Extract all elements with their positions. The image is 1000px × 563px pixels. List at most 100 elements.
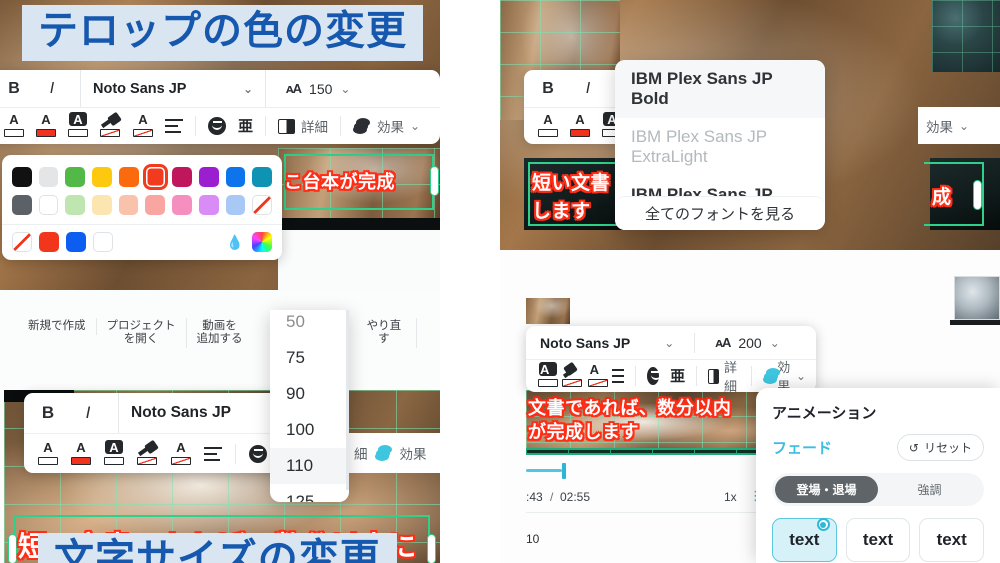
color-swatch[interactable] — [92, 195, 112, 215]
size-option[interactable]: 75 — [270, 340, 349, 376]
color-swatch[interactable] — [92, 167, 112, 187]
color-swatch[interactable] — [225, 167, 246, 187]
text-background-icon[interactable]: A — [104, 439, 124, 465]
emoji-icon[interactable] — [208, 117, 226, 135]
color-swatch[interactable] — [145, 195, 166, 215]
chevron-down-icon[interactable]: ⌄ — [664, 336, 674, 350]
effect-button[interactable]: 効果 ⌄ — [762, 360, 806, 394]
segment-entrance-exit[interactable]: 登場・退場 — [775, 476, 878, 503]
color-swatch[interactable] — [225, 195, 246, 215]
font-list-item[interactable]: IBM Plex Sans JP ExtraLight — [615, 118, 825, 176]
menu-item-new[interactable]: 新規で作成 — [18, 318, 97, 336]
see-all-fonts-button[interactable]: 全てのフォントを見る — [615, 196, 825, 230]
color-swatch-none[interactable] — [12, 232, 32, 252]
font-list-item[interactable]: IBM Plex Sans JP Bold — [615, 60, 825, 118]
align-icon[interactable] — [204, 446, 222, 461]
size-option[interactable]: 50 — [270, 310, 349, 340]
size-option[interactable]: 100 — [270, 412, 349, 448]
detail-button[interactable]: 詳細 — [707, 360, 740, 394]
font-size-select[interactable]: ᴀA 150 ⌄ — [276, 70, 360, 107]
text-color-icon[interactable]: A — [38, 441, 58, 465]
eyedropper-icon[interactable]: 💧 — [225, 232, 245, 252]
cjk-icon[interactable]: 亜 — [670, 369, 685, 384]
animation-card-roll[interactable]: text 転がる — [845, 518, 911, 563]
font-family-select[interactable]: Noto Sans JP ⌄ — [118, 393, 293, 433]
font-family-value[interactable]: Noto Sans JP — [540, 335, 630, 351]
color-swatch[interactable] — [65, 167, 86, 187]
effect-button[interactable]: 効果 ⌄ — [926, 114, 969, 138]
media-thumbnail[interactable] — [954, 276, 1000, 320]
animation-card-fade[interactable]: text フェード — [772, 518, 837, 563]
text-color-icon[interactable]: A — [4, 113, 24, 137]
color-swatch-selected[interactable] — [145, 167, 166, 187]
italic-button[interactable]: I — [78, 401, 98, 425]
menu-item-open-project[interactable]: プロジェクト を開く — [97, 318, 187, 349]
text-shadow-icon[interactable]: A — [133, 113, 153, 137]
bold-button[interactable]: B — [538, 77, 558, 101]
text-color-icon[interactable]: A — [538, 113, 558, 137]
selection-handle-right[interactable] — [430, 166, 439, 196]
color-swatch[interactable] — [198, 195, 219, 215]
timeline-playhead[interactable] — [562, 463, 566, 479]
highlighter-icon[interactable] — [562, 361, 583, 387]
cjk-icon[interactable]: 亜 — [238, 119, 253, 134]
toolbar-divider — [635, 366, 636, 386]
text-background-icon[interactable]: A — [538, 362, 558, 387]
italic-button[interactable]: I — [578, 77, 598, 101]
playback-rate[interactable]: 1x — [724, 490, 737, 504]
emoji-icon[interactable] — [646, 367, 662, 385]
color-wheel-icon[interactable] — [252, 232, 272, 252]
text-shadow-icon[interactable]: A — [171, 441, 191, 465]
color-swatch[interactable] — [66, 232, 86, 252]
menu-item-extra[interactable] — [417, 318, 440, 335]
highlighter-icon[interactable] — [137, 439, 159, 465]
color-swatch-none[interactable] — [252, 195, 272, 215]
emoji-icon[interactable] — [249, 444, 267, 463]
size-option[interactable]: 125 — [270, 484, 349, 502]
text-outline-icon[interactable]: A — [71, 441, 91, 465]
color-swatch[interactable] — [38, 195, 59, 215]
text-shadow-icon[interactable]: A — [587, 363, 608, 387]
size-option[interactable]: 90 — [270, 376, 349, 412]
telop-caption: こ台本が完成 — [283, 171, 397, 194]
app-menu-strip-right: やり直す — [352, 318, 440, 349]
color-swatch[interactable] — [12, 167, 32, 187]
timeline-clip-bar[interactable] — [526, 448, 786, 455]
color-swatch[interactable] — [38, 167, 59, 187]
color-swatch[interactable] — [39, 232, 59, 252]
menu-item-add-video[interactable]: 動画を 追加する — [187, 318, 253, 348]
font-size-dropdown: 50 75 90 100 110 125 — [270, 310, 349, 502]
text-outline-icon[interactable]: A — [36, 113, 56, 137]
selection-handle-right[interactable] — [973, 180, 982, 210]
size-option-selected[interactable]: 110 — [270, 448, 349, 484]
color-swatch[interactable] — [252, 167, 273, 187]
color-swatch[interactable] — [172, 167, 192, 187]
segment-emphasis[interactable]: 強調 — [878, 476, 981, 503]
italic-button[interactable]: I — [42, 77, 62, 101]
color-swatch[interactable] — [118, 195, 139, 215]
effect-button[interactable]: 効果 ⌄ — [353, 114, 420, 138]
font-size-select[interactable]: ᴀA 200 ⌄ — [705, 326, 789, 359]
bold-button[interactable]: B — [4, 77, 24, 101]
dropdown-scrollbar[interactable] — [346, 310, 349, 490]
detail-button[interactable]: 詳細 — [278, 114, 328, 138]
color-swatch[interactable] — [12, 195, 32, 215]
selection-handle-right[interactable] — [427, 534, 436, 563]
color-swatch[interactable] — [172, 195, 192, 215]
align-icon[interactable] — [612, 369, 625, 383]
animation-card-zoom[interactable]: text 近寄る — [919, 518, 985, 563]
bold-button[interactable]: B — [38, 401, 58, 425]
font-family-select[interactable]: Noto Sans JP ⌄ — [80, 70, 266, 107]
reset-button[interactable]: ↺ リセット — [896, 434, 984, 461]
align-icon[interactable] — [165, 119, 183, 133]
selection-handle-left[interactable] — [8, 534, 17, 563]
text-outline-icon[interactable]: A — [570, 113, 590, 137]
color-swatch[interactable] — [118, 167, 139, 187]
highlighter-icon[interactable] — [100, 111, 122, 137]
timeline-progress[interactable] — [526, 469, 562, 472]
text-background-icon[interactable]: A — [68, 112, 88, 137]
color-swatch[interactable] — [93, 232, 113, 252]
menu-item-redo[interactable]: やり直す — [352, 318, 417, 349]
color-swatch[interactable] — [198, 167, 219, 187]
color-swatch[interactable] — [65, 195, 86, 215]
